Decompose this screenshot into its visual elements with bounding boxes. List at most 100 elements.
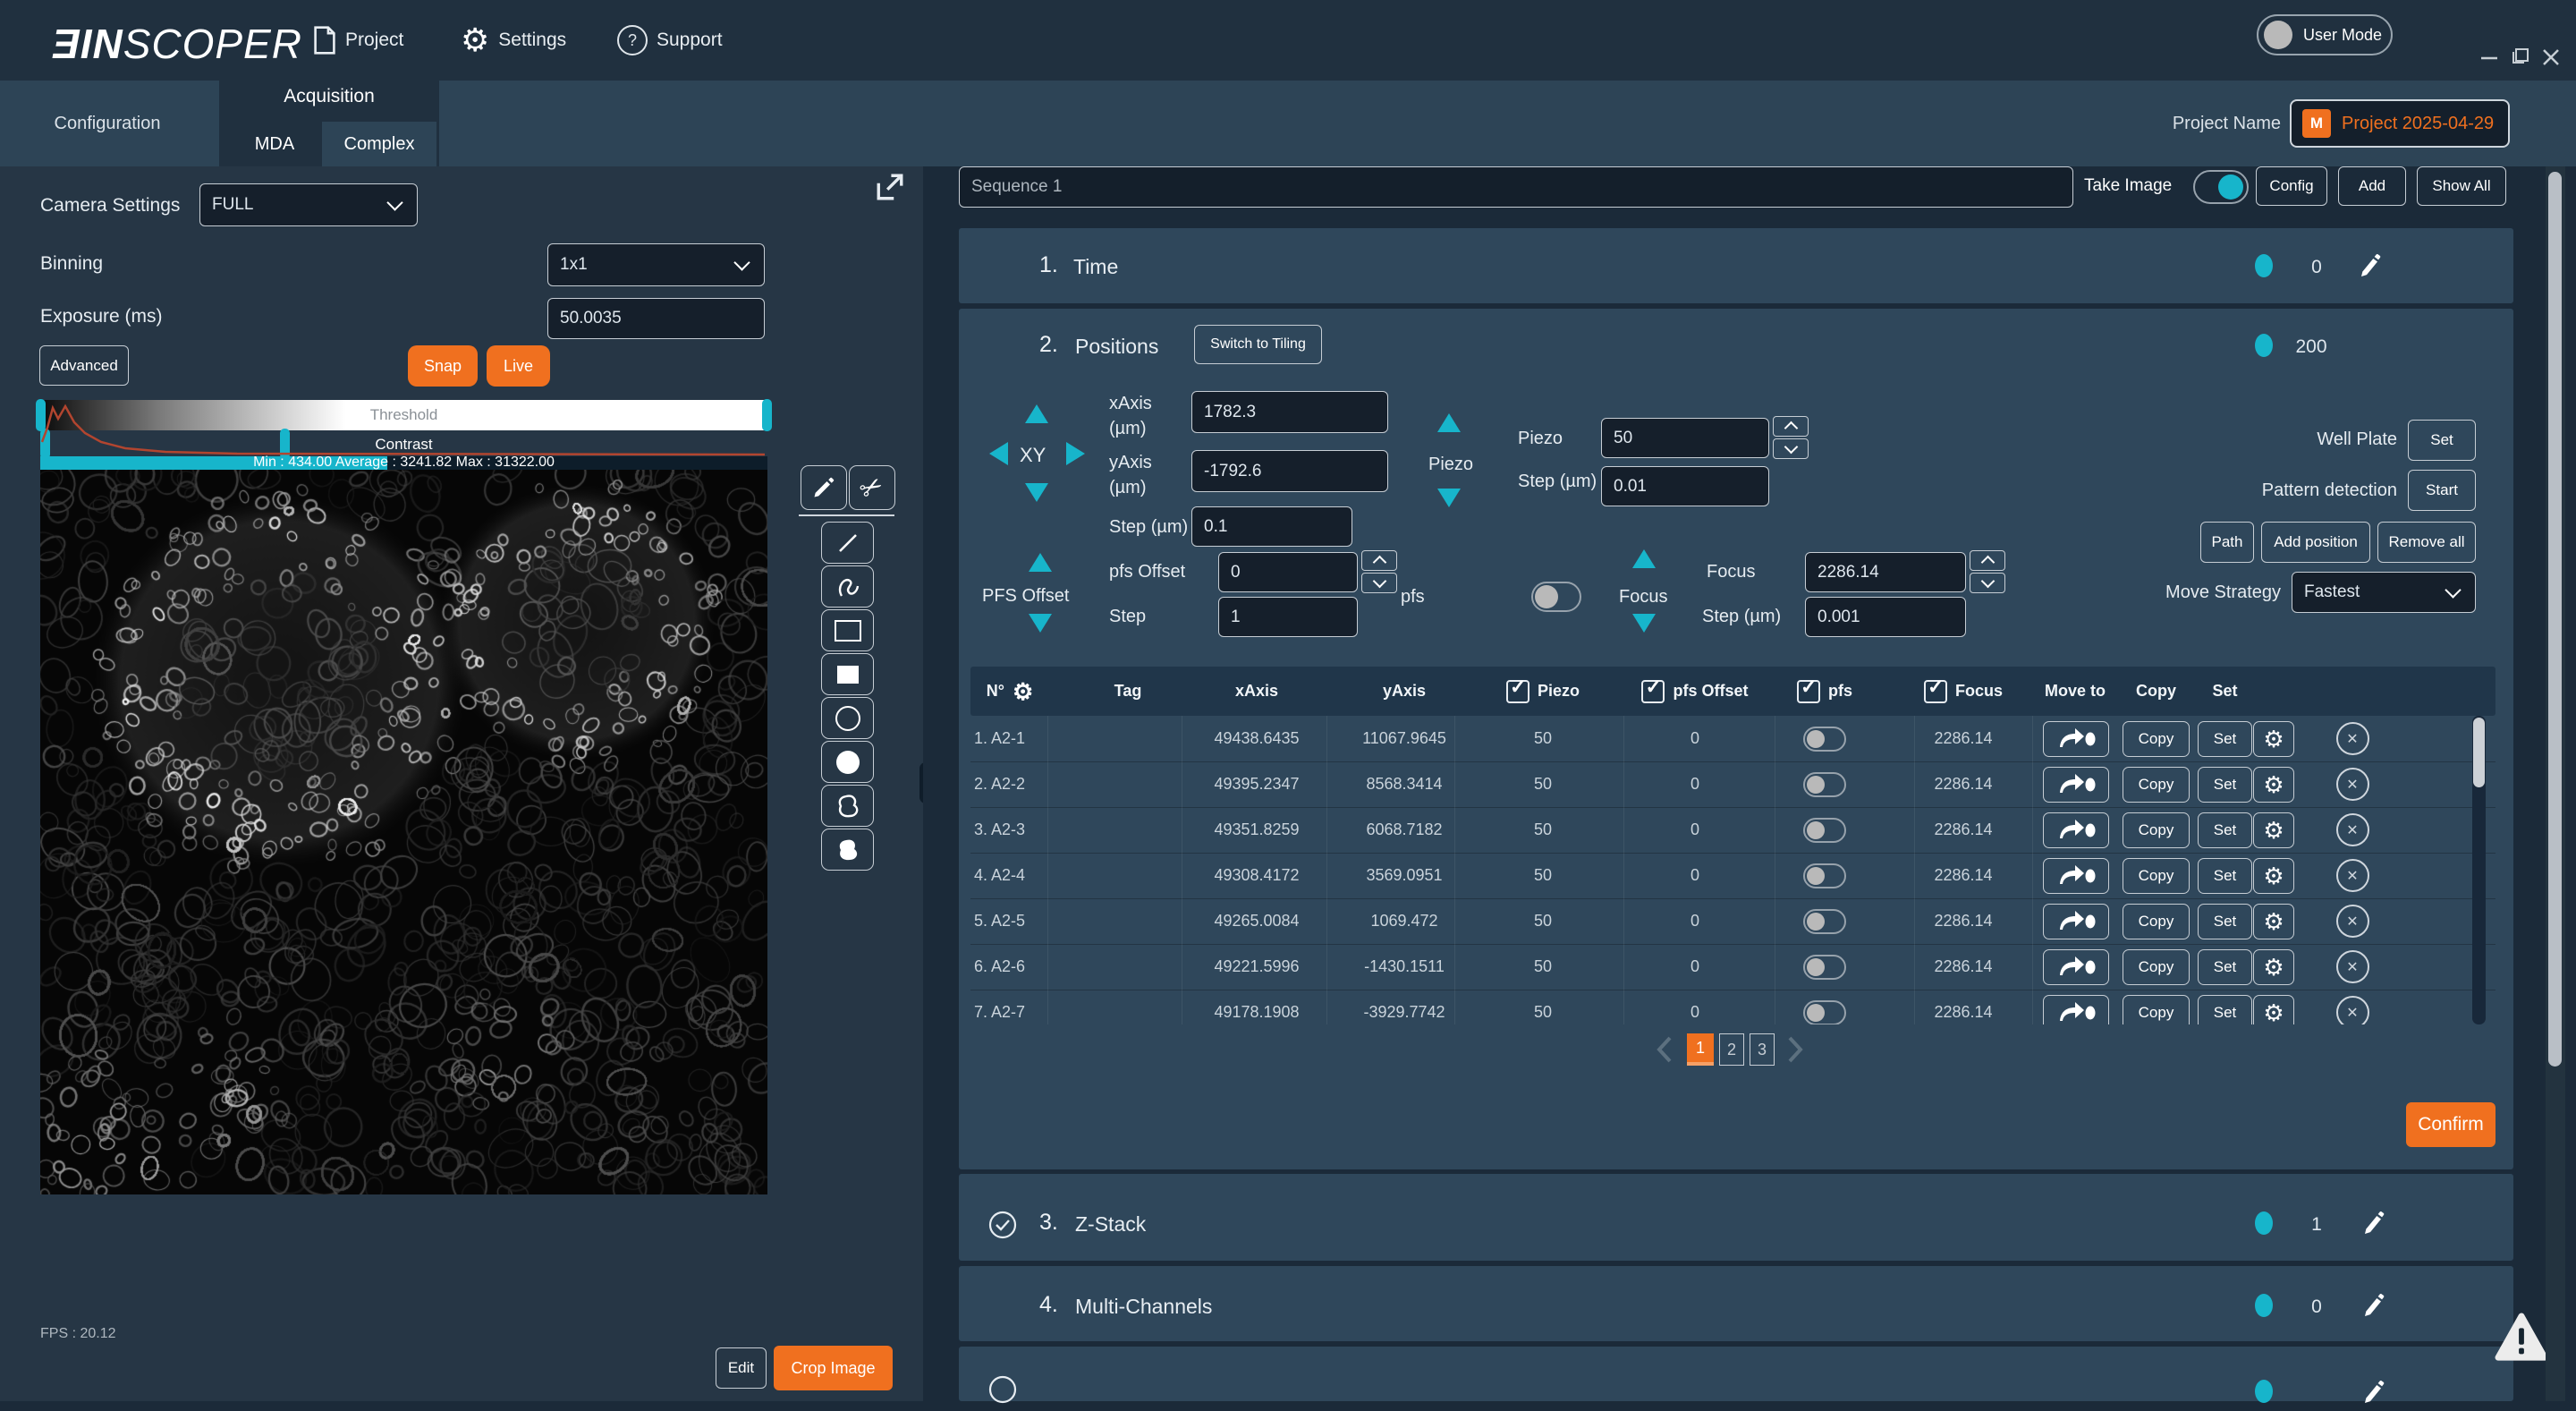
- pfs-offset-down-button[interactable]: [1361, 573, 1397, 593]
- focus-down-arrow[interactable]: [1632, 614, 1656, 633]
- pfs-offset-up-button[interactable]: [1361, 550, 1397, 571]
- restore-button[interactable]: [2508, 43, 2533, 74]
- xaxis-input[interactable]: 1782.3: [1191, 391, 1388, 433]
- row-move-to-button[interactable]: [2043, 767, 2109, 803]
- row-copy-button[interactable]: Copy: [2123, 858, 2190, 894]
- page-next-button[interactable]: [1784, 1034, 1807, 1069]
- row-move-to-button[interactable]: [2043, 812, 2109, 848]
- row-delete-button[interactable]: ✕: [2336, 722, 2369, 755]
- table-row[interactable]: 1. A2-1 49438.6435 11067.9645 50 0 2286.…: [970, 716, 2496, 762]
- live-button[interactable]: Live: [487, 345, 550, 387]
- row-set-button[interactable]: Set: [2198, 949, 2252, 985]
- project-menu[interactable]: Project: [313, 0, 403, 81]
- focus-up-arrow[interactable]: [1632, 549, 1656, 568]
- take-image-toggle[interactable]: [2193, 170, 2249, 204]
- filled-freeform-tool-button[interactable]: [821, 829, 874, 871]
- table-row[interactable]: 6. A2-6 49221.5996 -1430.1511 50 0 2286.…: [970, 944, 2496, 990]
- piezo-up-arrow[interactable]: [1437, 413, 1461, 432]
- row-set-button[interactable]: Set: [2198, 995, 2252, 1025]
- filled-rectangle-tool-button[interactable]: [821, 653, 874, 695]
- snap-button[interactable]: Snap: [408, 345, 478, 387]
- row-move-to-button[interactable]: [2043, 721, 2109, 757]
- piezo-input[interactable]: 50: [1601, 418, 1769, 458]
- focus-up-button[interactable]: [1970, 550, 2005, 571]
- zstack-edit-button[interactable]: [2358, 1209, 2386, 1242]
- xy-left-arrow[interactable]: [989, 442, 1008, 465]
- tab-mda[interactable]: MDA: [231, 122, 318, 166]
- xy-right-arrow[interactable]: [1066, 442, 1085, 465]
- camera-mode-select[interactable]: FULL: [199, 183, 418, 226]
- page-2-button[interactable]: 2: [1719, 1033, 1744, 1066]
- project-name-button[interactable]: M Project 2025-04-29: [2290, 99, 2510, 148]
- row-settings-button[interactable]: ⚙: [2253, 812, 2294, 848]
- header-piezo[interactable]: Piezo: [1471, 667, 1614, 716]
- yaxis-input[interactable]: -1792.6: [1191, 450, 1388, 492]
- piezo-step-input[interactable]: 0.01: [1601, 466, 1769, 506]
- table-scrollbar[interactable]: [2472, 716, 2486, 1024]
- line-tool-button[interactable]: [821, 522, 874, 564]
- piezo-down-arrow[interactable]: [1437, 489, 1461, 507]
- row-delete-button[interactable]: ✕: [2336, 950, 2369, 983]
- table-row[interactable]: 4. A2-4 49308.4172 3569.0951 50 0 2286.1…: [970, 853, 2496, 899]
- header-n[interactable]: N°⚙: [974, 667, 1046, 716]
- focus-toggle[interactable]: [1531, 582, 1581, 612]
- pfs-offset-checkbox[interactable]: [1641, 680, 1665, 703]
- live-image[interactable]: [40, 470, 767, 1194]
- row-pfs-toggle[interactable]: [1803, 955, 1846, 980]
- row-copy-button[interactable]: Copy: [2123, 949, 2190, 985]
- binning-select[interactable]: 1x1: [547, 243, 765, 286]
- row-move-to-button[interactable]: [2043, 858, 2109, 894]
- row-pfs-toggle[interactable]: [1803, 909, 1846, 934]
- tab-complex[interactable]: Complex: [322, 122, 436, 166]
- tab-configuration[interactable]: Configuration: [0, 81, 215, 166]
- table-row[interactable]: 7. A2-7 49178.1908 -3929.7742 50 0 2286.…: [970, 990, 2496, 1024]
- focus-checkbox[interactable]: [1924, 680, 1947, 703]
- row-copy-button[interactable]: Copy: [2123, 812, 2190, 848]
- row-set-button[interactable]: Set: [2198, 812, 2252, 848]
- page-prev-button[interactable]: [1653, 1034, 1676, 1069]
- row-set-button[interactable]: Set: [2198, 721, 2252, 757]
- header-focus[interactable]: Focus: [1892, 667, 2035, 716]
- focus-input[interactable]: 2286.14: [1805, 552, 1966, 592]
- piezo-down-button[interactable]: [1773, 438, 1809, 459]
- row-delete-button[interactable]: ✕: [2336, 996, 2369, 1024]
- row-move-to-button[interactable]: [2043, 949, 2109, 985]
- row-copy-button[interactable]: Copy: [2123, 721, 2190, 757]
- advanced-button[interactable]: Advanced: [39, 345, 129, 386]
- switch-to-tiling-button[interactable]: Switch to Tiling: [1194, 325, 1322, 364]
- page-3-button[interactable]: 3: [1750, 1033, 1775, 1066]
- row-settings-button[interactable]: ⚙: [2253, 949, 2294, 985]
- pattern-detection-start-button[interactable]: Start: [2408, 470, 2476, 511]
- section-time[interactable]: [959, 228, 2513, 303]
- row-move-to-button[interactable]: [2043, 904, 2109, 939]
- row-delete-button[interactable]: ✕: [2336, 768, 2369, 801]
- pfs-checkbox[interactable]: [1797, 680, 1820, 703]
- row-pfs-toggle[interactable]: [1803, 772, 1846, 797]
- exposure-input[interactable]: 50.0035: [547, 298, 765, 339]
- move-strategy-select[interactable]: Fastest: [2292, 572, 2476, 613]
- channels-edit-button[interactable]: [2358, 1291, 2386, 1324]
- row-copy-button[interactable]: Copy: [2123, 767, 2190, 803]
- focus-down-button[interactable]: [1970, 573, 2005, 593]
- partial-section-edit-button[interactable]: [2358, 1378, 2386, 1411]
- row-settings-button[interactable]: ⚙: [2253, 858, 2294, 894]
- show-all-button[interactable]: Show All: [2417, 166, 2506, 206]
- add-position-button[interactable]: Add position: [2261, 522, 2370, 563]
- xy-down-arrow[interactable]: [1025, 483, 1048, 502]
- row-set-button[interactable]: Set: [2198, 904, 2252, 939]
- row-delete-button[interactable]: ✕: [2336, 813, 2369, 846]
- section-zstack[interactable]: [959, 1174, 2513, 1261]
- warning-icon[interactable]: [2494, 1312, 2549, 1368]
- table-scrollbar-thumb[interactable]: [2473, 718, 2485, 787]
- circle-tool-button[interactable]: [821, 697, 874, 739]
- config-button[interactable]: Config: [2256, 166, 2327, 206]
- time-edit-button[interactable]: [2354, 251, 2383, 285]
- header-pfs-offset[interactable]: pfs Offset: [1614, 667, 1775, 716]
- header-pfs[interactable]: pfs: [1762, 667, 1887, 716]
- support-menu[interactable]: ? Support: [617, 0, 723, 81]
- panel-scrollbar[interactable]: [2546, 166, 2565, 1401]
- row-set-button[interactable]: Set: [2198, 767, 2252, 803]
- pfs-step-input[interactable]: 1: [1218, 597, 1358, 637]
- row-move-to-button[interactable]: [2043, 995, 2109, 1025]
- filled-circle-tool-button[interactable]: [821, 741, 874, 783]
